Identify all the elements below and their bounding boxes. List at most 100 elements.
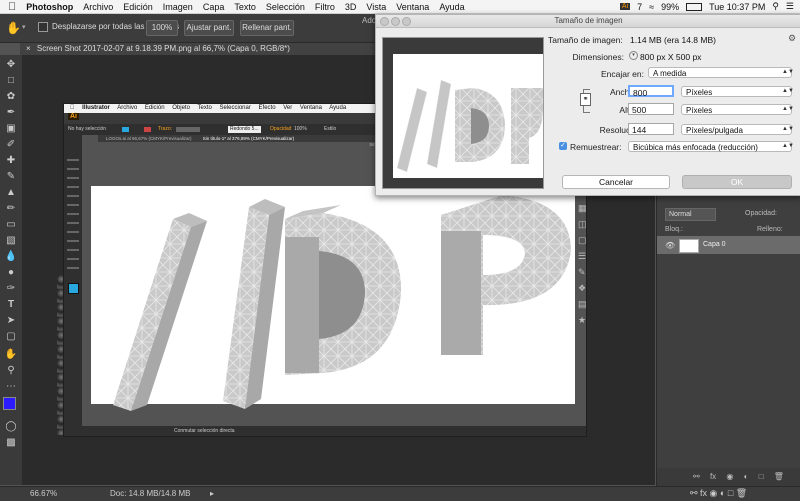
brush-tool-icon[interactable]: ✎	[4, 171, 18, 183]
close-tab-icon[interactable]: ×	[26, 44, 31, 53]
type-tool-icon[interactable]: T	[4, 299, 18, 311]
foreground-color-swatch[interactable]	[3, 397, 16, 410]
healing-tool-icon[interactable]: ✚	[4, 155, 18, 167]
move-tool-icon[interactable]: ✥	[4, 59, 18, 71]
quick-mask-icon[interactable]: ◯	[4, 421, 18, 433]
panel-icon-8[interactable]: ★	[578, 312, 588, 328]
ai-count: 7	[637, 1, 643, 12]
zoom-100-button[interactable]: 100%	[146, 20, 178, 36]
history-brush-icon[interactable]: ✏	[4, 203, 18, 215]
panel-icon-2[interactable]: ◫	[578, 216, 588, 232]
status-bar: 66.67% Doc: 14.8 MB/14.8 MB ▸ ⚯ fx ◉ ◐ □…	[0, 486, 800, 501]
dialog-preview[interactable]	[382, 37, 544, 189]
apple-icon[interactable]: 	[8, 1, 16, 13]
minimize-window-icon[interactable]	[391, 17, 400, 26]
status-arrow-icon[interactable]: ▸	[210, 489, 214, 498]
dodge-tool-icon[interactable]: ●	[4, 267, 18, 279]
fit-screen-button[interactable]: Ajustar pant.	[184, 20, 234, 36]
eyedropper-tool-icon[interactable]: ✐	[4, 139, 18, 151]
visibility-eye-icon[interactable]: 👁	[665, 241, 675, 250]
blend-mode-select[interactable]: Normal	[665, 208, 716, 221]
artwork-slash-2	[223, 199, 285, 409]
resample-label: Remuestrear:	[570, 142, 622, 152]
preview-artwork	[396, 79, 543, 173]
battery-icon[interactable]	[686, 2, 703, 11]
lock-label: Bloq.:	[665, 226, 683, 233]
opacity-label: Opacidad:	[745, 210, 777, 217]
mac-menubar:  Photoshop Archivo Edición Imagen Capa …	[0, 0, 800, 14]
zoom-tool-icon[interactable]: ⚲	[4, 365, 18, 377]
wifi-icon[interactable]: ≈	[649, 2, 654, 12]
marquee-tool-icon[interactable]: □	[4, 75, 18, 87]
document-tab-title: Screen Shot 2017-02-07 at 9.18.39 PM.png…	[36, 44, 290, 53]
width-input[interactable]: 800	[628, 85, 674, 98]
dimensions-dropdown-icon[interactable]: ▾	[629, 51, 638, 60]
menu-filtro[interactable]: Filtro	[315, 2, 335, 12]
width-unit-select[interactable]: Píxeles ▲▼	[681, 86, 794, 97]
close-window-icon[interactable]	[380, 17, 389, 26]
folder-icon[interactable]: □	[759, 472, 764, 481]
menu-capa[interactable]: Capa	[203, 2, 225, 12]
chevron-down-icon[interactable]: ▾	[22, 23, 26, 31]
zoom-level[interactable]: 66.67%	[30, 489, 57, 498]
more-tools-icon[interactable]: ⋯	[4, 381, 18, 393]
resample-select[interactable]: Bicúbica más enfocada (reducción) ▲▼	[628, 141, 794, 152]
panel-dock-icons: ▦ ◫ ▢ ☰ ✎ ❖ ▤ ★	[578, 200, 588, 360]
crop-tool-icon[interactable]: ▣	[4, 123, 18, 135]
height-input[interactable]: 500	[628, 103, 674, 115]
panel-icon-3[interactable]: ▢	[578, 232, 588, 248]
quick-select-tool-icon[interactable]: ✒	[4, 107, 18, 119]
path-select-tool-icon[interactable]: ➤	[4, 315, 18, 327]
fill-screen-button[interactable]: Rellenar pant.	[240, 20, 294, 36]
menu-3d[interactable]: 3D	[345, 2, 357, 12]
zoom-window-icon[interactable]	[402, 17, 411, 26]
shape-tool-icon[interactable]: ▢	[4, 331, 18, 343]
resample-checkbox[interactable]: ✓	[559, 142, 567, 150]
image-size-label: Tamaño de imagen:	[548, 35, 623, 45]
menu-app-name[interactable]: Photoshop	[26, 2, 73, 12]
pen-tool-icon[interactable]: ✑	[4, 283, 18, 295]
panel-icon-5[interactable]: ✎	[578, 264, 588, 280]
menu-imagen[interactable]: Imagen	[163, 2, 193, 12]
resolution-unit-select[interactable]: Píxeles/pulgada ▲▼	[681, 124, 794, 135]
fit-to-select[interactable]: A medida ▲▼	[648, 67, 794, 78]
mask-icon[interactable]: ◉	[726, 472, 733, 481]
menu-list-icon[interactable]: ☰	[786, 1, 794, 12]
menu-vista[interactable]: Vista	[366, 2, 386, 12]
lasso-tool-icon[interactable]: ✿	[4, 91, 18, 103]
layer-row[interactable]: 👁 Capa 0	[657, 236, 800, 254]
hand-tool-icon[interactable]: ✋	[6, 21, 21, 35]
panel-icon-1[interactable]: ▦	[578, 200, 588, 216]
stamp-tool-icon[interactable]: ▲	[4, 187, 18, 199]
cancel-button[interactable]: Cancelar	[562, 175, 670, 189]
menu-ventana[interactable]: Ventana	[396, 2, 429, 12]
layer-name[interactable]: Capa 0	[703, 241, 726, 248]
scroll-all-checkbox[interactable]	[38, 22, 48, 32]
gradient-tool-icon[interactable]: ▧	[4, 235, 18, 247]
screen-mode-icon[interactable]: ▩	[4, 437, 18, 449]
trash-icon[interactable]: 🗑	[774, 472, 784, 481]
search-icon[interactable]: ⚲	[772, 1, 779, 12]
updown-arrows-icon: ▲▼	[782, 88, 794, 94]
panel-icon-6[interactable]: ❖	[578, 280, 588, 296]
menu-archivo[interactable]: Archivo	[83, 2, 113, 12]
gear-icon[interactable]: ⚙	[788, 33, 796, 44]
clock[interactable]: Tue 10:37 PM	[709, 2, 765, 12]
menu-ayuda[interactable]: Ayuda	[439, 2, 464, 12]
menu-edicion[interactable]: Edición	[123, 2, 153, 12]
menu-texto[interactable]: Texto	[234, 2, 256, 12]
ai-menubar-icon[interactable]: Ai	[619, 3, 631, 10]
adjustment-icon[interactable]: ◐	[744, 472, 749, 481]
panel-icon-7[interactable]: ▤	[578, 296, 588, 312]
height-unit-select[interactable]: Píxeles ▲▼	[681, 104, 794, 115]
blur-tool-icon[interactable]: 💧	[4, 251, 18, 263]
fx-icon[interactable]: fx	[710, 472, 716, 481]
panel-icon-4[interactable]: ☰	[578, 248, 588, 264]
menu-seleccion[interactable]: Selección	[266, 2, 305, 12]
link-layers-icon[interactable]: ⚯	[693, 472, 700, 481]
resolution-input[interactable]: 144	[628, 123, 674, 135]
eraser-tool-icon[interactable]: ▭	[4, 219, 18, 231]
hand-tool-icon[interactable]: ✋	[4, 349, 18, 361]
ok-button[interactable]: OK	[682, 175, 792, 189]
dialog-title: Tamaño de imagen	[554, 16, 623, 25]
